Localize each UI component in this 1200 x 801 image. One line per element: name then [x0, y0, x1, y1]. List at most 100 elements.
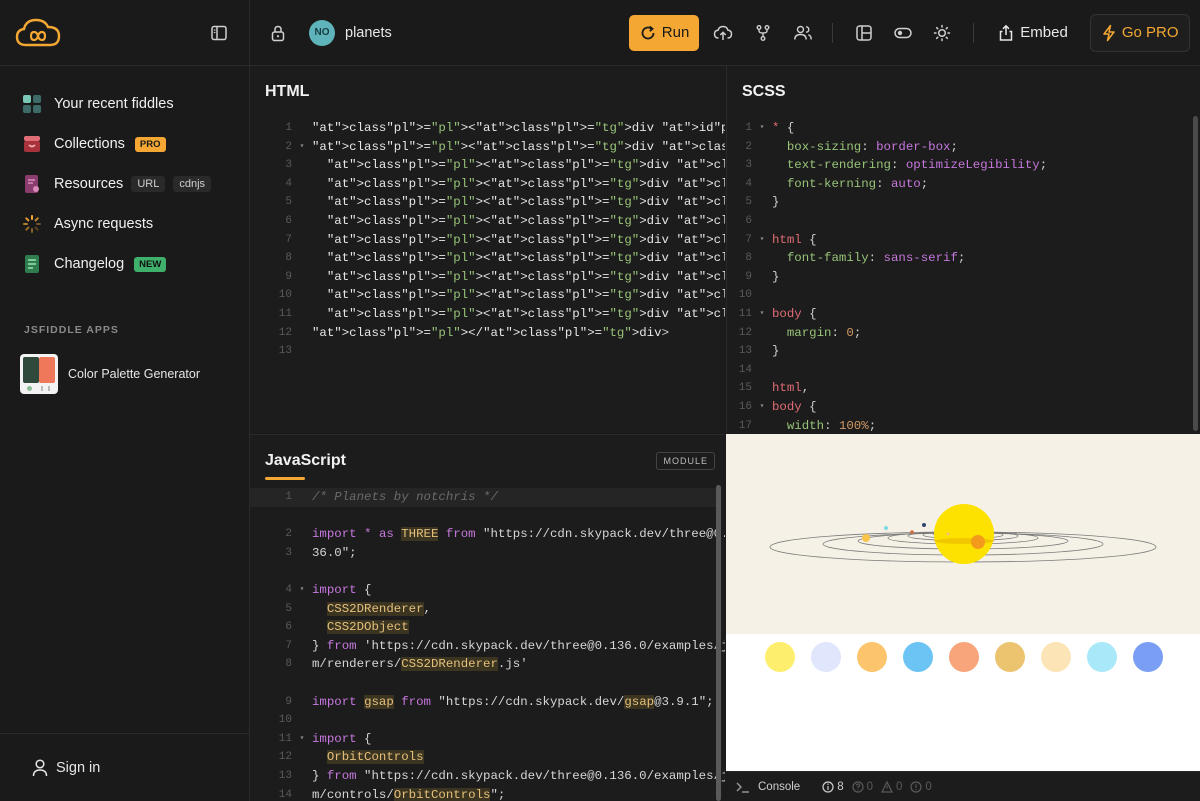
code-line[interactable]: 16 ▾ body { — [727, 398, 1047, 417]
go-pro-button[interactable]: Go PRO — [1089, 13, 1190, 52]
code-line[interactable]: 11 ▾ body { — [727, 305, 1047, 324]
code-line[interactable]: 17 width: 100%; — [727, 417, 1047, 434]
code-line[interactable]: 2 box-sizing: border-box; — [727, 138, 1047, 157]
upload-button[interactable] — [708, 18, 738, 48]
fold-arrow-icon[interactable]: ▾ — [752, 231, 772, 250]
fork-button[interactable] — [748, 18, 778, 48]
color-swatch[interactable] — [811, 642, 841, 672]
code-line[interactable]: 14 m/controls/OrbitControls"; — [250, 786, 725, 801]
code-line[interactable]: 11 ▾ import { — [250, 730, 725, 749]
avatar[interactable]: NO — [309, 19, 335, 46]
code-text: CSS2DRenderer, — [326, 601, 431, 616]
lock-button[interactable] — [263, 18, 293, 48]
run-button[interactable]: Run — [628, 14, 700, 51]
code-line[interactable]: 1 "at">class"pl">="pl"><"at">class"pl">="… — [250, 119, 725, 138]
code-line[interactable]: 8 font-family: sans-serif; — [727, 249, 1047, 268]
fold-arrow-icon[interactable]: ▾ — [752, 119, 772, 138]
code-line[interactable]: 12 margin: 0; — [727, 324, 1047, 343]
code-line[interactable]: 8 "at">class"pl">="pl"><"at">class"pl">=… — [250, 249, 725, 268]
module-badge[interactable]: MODULE — [656, 452, 715, 470]
code-line[interactable]: 5 "at">class"pl">="pl"><"at">class"pl">=… — [250, 193, 725, 212]
settings-toggle-button[interactable] — [888, 18, 918, 48]
color-swatch[interactable] — [949, 642, 979, 672]
code-line[interactable]: 2 import * as THREE from "https://cdn.sky… — [250, 525, 725, 544]
sign-in-button[interactable]: Sign in — [0, 733, 250, 801]
sidebar-item-collections[interactable]: Collections PRO — [0, 124, 249, 164]
code-line[interactable]: 8 m/renderers/CSS2DRenderer.js' — [250, 655, 725, 674]
code-line[interactable] — [250, 562, 725, 581]
code-line[interactable]: 12 "at">class"pl">="pl"></"at">class"pl">… — [250, 324, 725, 343]
error-count[interactable]: 0 — [910, 781, 932, 793]
code-line[interactable]: 5} — [727, 193, 1047, 212]
color-swatch[interactable] — [1133, 642, 1163, 672]
result-preview[interactable] — [726, 434, 1200, 771]
color-swatch[interactable] — [857, 642, 887, 672]
code-line[interactable]: 14 — [727, 361, 1047, 380]
fold-arrow-icon[interactable]: ▾ — [292, 138, 312, 157]
fold-gutter — [292, 193, 312, 212]
code-line[interactable]: 3 36.0"; — [250, 544, 725, 563]
code-line[interactable]: 7 ▾ html { — [727, 231, 1047, 250]
planets-scene[interactable] — [726, 434, 1200, 634]
fold-arrow-icon[interactable]: ▾ — [292, 730, 312, 749]
code-line[interactable]: 1 /* Planets by notchris */ — [250, 488, 725, 507]
collaborate-button[interactable] — [788, 18, 818, 48]
embed-button[interactable]: Embed — [998, 24, 1068, 42]
code-line[interactable]: 6 "at">class"pl">="pl"><"at">class"pl">=… — [250, 212, 725, 231]
app-item-color-palette-generator[interactable]: Color Palette Generator — [0, 354, 249, 394]
code-line[interactable]: 3 "at">class"pl">="pl"><"at">class"pl">=… — [250, 156, 725, 175]
sidebar-item-async-requests[interactable]: Async requests — [0, 204, 249, 244]
code-line[interactable]: 1 ▾ * { — [727, 119, 1047, 138]
sidebar-item-resources[interactable]: Resources URL cdnjs — [0, 164, 249, 204]
sidebar-item-recent-fiddles[interactable]: Your recent fiddles — [0, 84, 249, 124]
code-line[interactable]: 4 ▾ import { — [250, 581, 725, 600]
code-line[interactable]: 6 — [727, 212, 1047, 231]
code-line[interactable]: 13 — [250, 342, 725, 361]
warning-count[interactable]: 0 — [881, 780, 902, 793]
code-line[interactable]: 5 CSS2DRenderer, — [250, 600, 725, 619]
code-line[interactable]: 4 font-kerning: auto; — [727, 175, 1047, 194]
code-line[interactable]: 10 — [727, 286, 1047, 305]
scss-scrollbar[interactable] — [1193, 116, 1198, 431]
html-code-editor[interactable]: 1 "at">class"pl">="pl"><"at">class"pl">="… — [250, 119, 725, 361]
code-line[interactable]: 7 "at">class"pl">="pl"><"at">class"pl">=… — [250, 231, 725, 250]
sidebar-item-changelog[interactable]: Changelog NEW — [0, 244, 249, 284]
color-swatch[interactable] — [1087, 642, 1117, 672]
code-line[interactable]: 4 "at">class"pl">="pl"><"at">class"pl">=… — [250, 175, 725, 194]
code-line[interactable]: 10 — [250, 711, 725, 730]
jsfiddle-logo-icon[interactable] — [14, 15, 62, 51]
code-line[interactable]: 7} from 'https://cdn.skypack.dev/three@0… — [250, 637, 725, 656]
log-count[interactable]: 8 — [822, 781, 844, 793]
color-swatch[interactable] — [903, 642, 933, 672]
console-bar[interactable]: Console 8 0 0 0 — [726, 771, 1200, 801]
code-line[interactable]: 9 import gsap from "https://cdn.skypack.d… — [250, 693, 725, 712]
code-line[interactable]: 6 CSS2DObject — [250, 618, 725, 637]
theme-button[interactable] — [927, 18, 957, 48]
code-line[interactable]: 10 "at">class"pl">="pl"><"at">class"pl">… — [250, 286, 725, 305]
color-swatch[interactable] — [1041, 642, 1071, 672]
code-line[interactable] — [250, 674, 725, 693]
color-swatch[interactable] — [995, 642, 1025, 672]
fold-arrow-icon[interactable]: ▾ — [292, 581, 312, 600]
scss-code-editor[interactable]: 1 ▾ * {2 box-sizing: border-box; 3 text-ren… — [727, 119, 1047, 434]
color-swatch[interactable] — [765, 642, 795, 672]
info-count[interactable]: 0 — [852, 781, 873, 793]
js-code-editor[interactable]: 1 /* Planets by notchris */ 2 import * as T… — [250, 488, 725, 801]
code-line[interactable]: 9} — [727, 268, 1047, 287]
code-line[interactable]: 3 text-rendering: optimizeLegibility; — [727, 156, 1047, 175]
code-line[interactable]: 12 OrbitControls — [250, 748, 725, 767]
code-line[interactable]: 13} from "https://cdn.skypack.dev/three@… — [250, 767, 725, 786]
code-line[interactable]: 9 "at">class"pl">="pl"><"at">class"pl">=… — [250, 268, 725, 287]
fiddle-title[interactable]: planets — [345, 25, 392, 41]
js-scrollbar[interactable] — [716, 485, 721, 801]
code-line[interactable] — [250, 507, 725, 526]
sidebar-toggle-icon[interactable] — [209, 23, 229, 43]
code-line[interactable]: 13} — [727, 342, 1047, 361]
user-icon — [32, 758, 48, 776]
fold-arrow-icon[interactable]: ▾ — [752, 305, 772, 324]
code-line[interactable]: 2 ▾ "at">class"pl">="pl"><"at">class"pl">=… — [250, 138, 725, 157]
layout-button[interactable] — [849, 18, 879, 48]
code-line[interactable]: 15 html, — [727, 379, 1047, 398]
fold-arrow-icon[interactable]: ▾ — [752, 398, 772, 417]
code-line[interactable]: 11 "at">class"pl">="pl"><"at">class"pl">… — [250, 305, 725, 324]
